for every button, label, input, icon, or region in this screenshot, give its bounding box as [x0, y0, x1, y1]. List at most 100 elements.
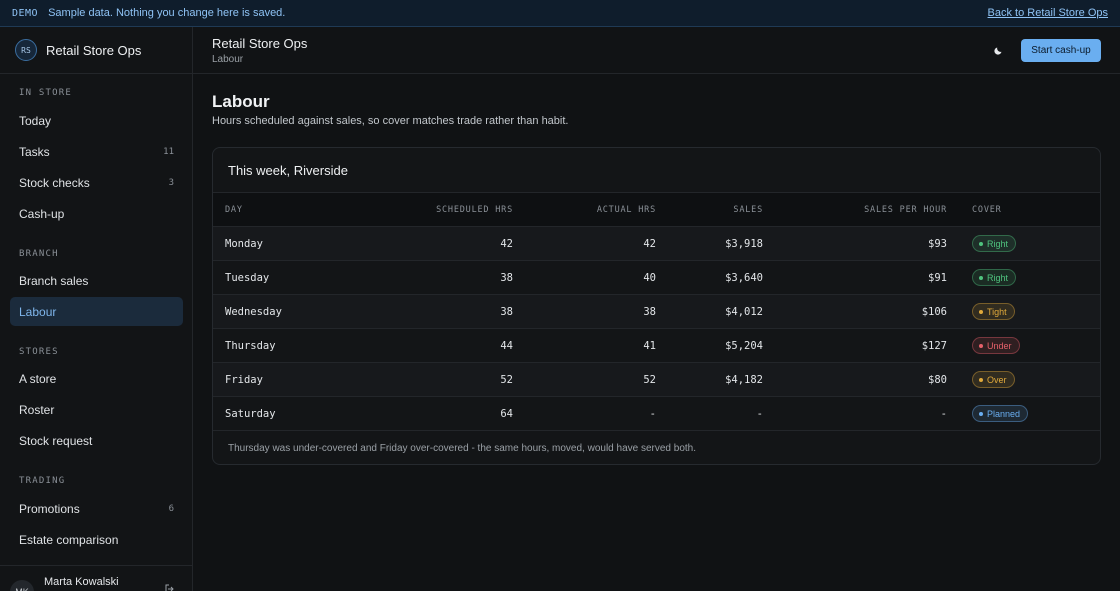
cell-scheduled: 38	[500, 272, 513, 284]
table-footnote: Thursday was under-covered and Friday ov…	[228, 443, 697, 454]
sidebar-item-label: Stock request	[19, 433, 93, 448]
status-dot-icon	[979, 377, 983, 382]
user-avatar: MK	[10, 580, 34, 591]
col-sales-per-hour: SALES PER HOUR	[864, 205, 947, 215]
cell-day: Tuesday	[225, 272, 270, 284]
cover-label: Tight	[987, 306, 1007, 317]
cell-day: Friday	[225, 374, 263, 386]
sidebar-item-label: Branch sales	[19, 273, 89, 288]
status-dot-icon	[979, 309, 983, 314]
header-breadcrumb: Labour	[212, 54, 244, 65]
start-cash-up-button[interactable]: Start cash-up	[1021, 39, 1101, 62]
col-actual-hrs: ACTUAL HRS	[596, 205, 656, 215]
sidebar-item-cash-up[interactable]: Cash-up	[10, 199, 183, 228]
sidebar-item-promotions[interactable]: Promotions 6	[10, 494, 183, 523]
cell-sph: $80	[928, 374, 947, 386]
cover-label: Right	[987, 238, 1009, 249]
labour-card: This week, Riverside DAY SCHEDULED HRS A…	[212, 147, 1101, 465]
cell-actual: -	[649, 408, 656, 420]
moon-icon[interactable]	[992, 43, 1006, 57]
user-name: Marta Kowalski	[44, 576, 119, 588]
sidebar-item-roster[interactable]: Roster	[10, 395, 183, 424]
cover-badge: Planned	[972, 405, 1029, 422]
sidebar-item-label: Labour	[19, 304, 57, 319]
demo-message: Sample data. Nothing you change here is …	[48, 7, 286, 19]
cell-sales: $5,204	[725, 340, 763, 352]
cell-day: Thursday	[225, 340, 276, 352]
cell-sales: -	[756, 408, 763, 420]
cell-sales: $3,918	[725, 238, 763, 250]
sidebar-item-tasks[interactable]: Tasks 11	[10, 137, 183, 166]
cover-label: Planned	[987, 408, 1021, 419]
cover-badge: Right	[972, 235, 1017, 252]
sidebar-item-branch-sales[interactable]: Branch sales	[10, 266, 183, 295]
table-row: Thursday 44 41 $5,204 $127 Under	[213, 329, 1100, 363]
status-dot-icon	[979, 241, 983, 246]
sidebar-item-label: A store	[19, 371, 57, 386]
table-row: Tuesday 38 40 $3,640 $91 Right	[213, 261, 1100, 295]
stock-checks-count: 3	[168, 177, 174, 188]
page-description: Hours scheduled against sales, so cover …	[212, 115, 569, 127]
section-trading: TRADING	[19, 476, 66, 486]
section-in-store: IN STORE	[19, 88, 72, 98]
table-row: Wednesday 38 38 $4,012 $106 Tight	[213, 295, 1100, 329]
sidebar-item-a-store[interactable]: A store	[10, 364, 183, 393]
cell-sph: $127	[921, 340, 947, 352]
back-link[interactable]: Back to Retail Store Ops	[988, 7, 1108, 19]
cell-scheduled: 42	[500, 238, 513, 250]
cell-scheduled: 64	[500, 408, 513, 420]
table-row: Friday 52 52 $4,182 $80 Over	[213, 363, 1100, 397]
section-stores: STORES	[19, 347, 59, 357]
cell-day: Wednesday	[225, 306, 282, 318]
cover-badge: Over	[972, 371, 1015, 388]
col-cover: COVER	[972, 205, 1002, 215]
table-row: Saturday 64 - - - Planned	[213, 397, 1100, 431]
col-scheduled-hrs: SCHEDULED HRS	[436, 205, 513, 215]
sidebar-item-label: Tasks	[19, 144, 50, 159]
status-dot-icon	[979, 275, 983, 280]
cell-scheduled: 44	[500, 340, 513, 352]
cover-label: Over	[987, 374, 1007, 385]
sidebar-item-label: Cash-up	[19, 206, 65, 221]
cover-badge: Under	[972, 337, 1020, 354]
cell-scheduled: 52	[500, 374, 513, 386]
cover-label: Under	[987, 340, 1012, 351]
sidebar-item-estate-comparison[interactable]: Estate comparison	[10, 525, 183, 554]
sidebar-item-stock-checks[interactable]: Stock checks 3	[10, 168, 183, 197]
sidebar-item-today[interactable]: Today	[10, 106, 183, 135]
cell-actual: 52	[643, 374, 656, 386]
cell-actual: 38	[643, 306, 656, 318]
cell-day: Saturday	[225, 408, 276, 420]
cover-badge: Right	[972, 269, 1017, 286]
user-panel[interactable]: MK Marta Kowalski	[0, 565, 193, 591]
cell-day: Monday	[225, 238, 263, 250]
sidebar-item-label: Stock checks	[19, 175, 90, 190]
brand-name: Retail Store Ops	[46, 42, 142, 58]
demo-tag: DEMO	[12, 7, 39, 19]
sidebar: RS Retail Store Ops IN STORE Today Tasks…	[0, 27, 193, 591]
cell-actual: 41	[643, 340, 656, 352]
promotions-count: 6	[168, 503, 174, 514]
col-sales: SALES	[733, 205, 763, 215]
sidebar-item-label: Roster	[19, 402, 55, 417]
table-row: Monday 42 42 $3,918 $93 Right	[213, 227, 1100, 261]
sidebar-item-stock-request[interactable]: Stock request	[10, 426, 183, 455]
sidebar-item-label: Estate comparison	[19, 532, 119, 547]
cell-sales: $3,640	[725, 272, 763, 284]
logout-icon[interactable]	[165, 584, 175, 591]
cell-sph: $106	[921, 306, 947, 318]
status-dot-icon	[979, 411, 983, 416]
sidebar-item-label: Today	[19, 113, 52, 128]
brand[interactable]: RS Retail Store Ops	[0, 27, 192, 74]
header-title: Retail Store Ops	[212, 36, 308, 51]
cell-sales: $4,182	[725, 374, 763, 386]
section-branch: BRANCH	[19, 249, 59, 259]
cover-label: Right	[987, 272, 1009, 283]
cell-sph: -	[940, 408, 947, 420]
top-header: Retail Store Ops Labour Start cash-up	[193, 27, 1120, 74]
sidebar-item-labour[interactable]: Labour	[10, 297, 183, 326]
card-title: This week, Riverside	[228, 163, 348, 178]
page-title: Labour	[212, 92, 270, 111]
cell-actual: 40	[643, 272, 656, 284]
demo-banner: DEMO Sample data. Nothing you change her…	[0, 0, 1120, 27]
